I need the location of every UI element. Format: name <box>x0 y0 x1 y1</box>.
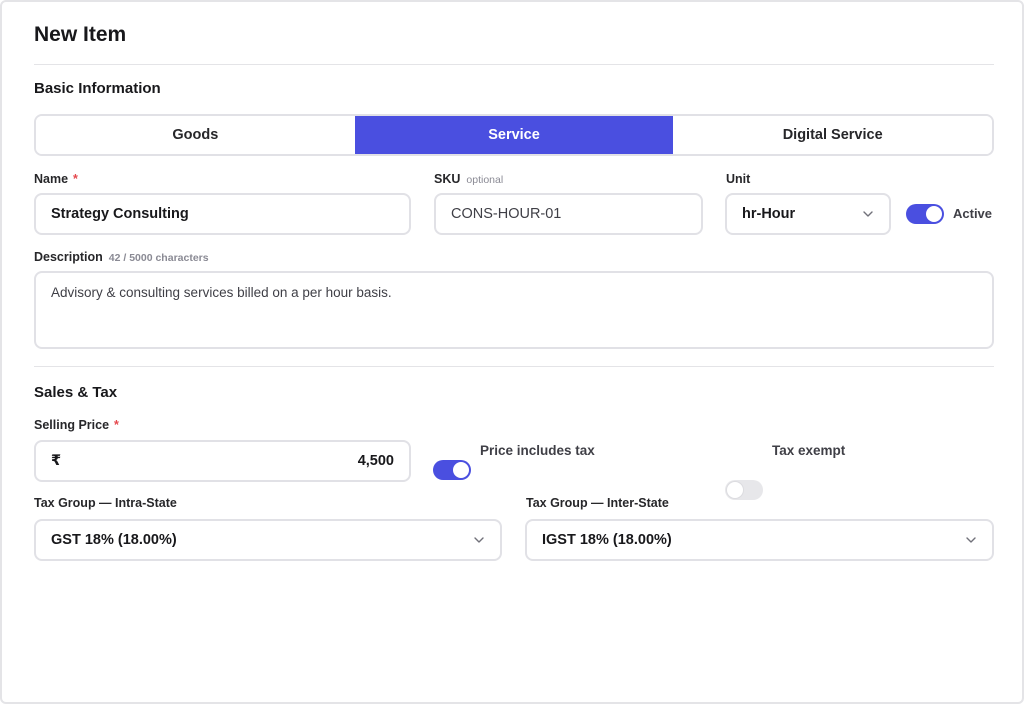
sku-value: CONS-HOUR-01 <box>451 206 562 222</box>
toggle-knob <box>926 206 942 222</box>
active-toggle[interactable] <box>906 204 944 224</box>
rupee-icon: ₹ <box>51 453 62 469</box>
description-label: Description 42 / 5000 characters <box>34 250 209 264</box>
chevron-down-icon <box>862 208 874 220</box>
selling-price-value: 4,500 <box>357 453 394 469</box>
active-label: Active <box>953 206 993 221</box>
sku-optional-hint: optional <box>466 174 504 186</box>
unit-select[interactable]: hr-Hour <box>725 193 891 235</box>
tax-group-inter-state-value: IGST 18% (18.00%) <box>542 532 672 548</box>
divider <box>34 64 994 65</box>
sku-label-text: SKU <box>434 172 461 186</box>
name-label: Name * <box>34 172 78 186</box>
divider <box>34 366 994 367</box>
required-asterisk: * <box>114 418 119 432</box>
new-item-form: New Item Basic Information Goods Service… <box>0 0 1024 704</box>
description-label-text: Description <box>34 250 103 264</box>
item-type-digital-service[interactable]: Digital Service <box>673 116 992 154</box>
description-textarea[interactable]: Advisory & consulting services billed on… <box>34 271 994 349</box>
tax-group-inter-state-label: Tax Group — Inter-State <box>526 496 669 510</box>
unit-label: Unit <box>726 172 751 186</box>
tax-group-intra-state-select[interactable]: GST 18% (18.00%) <box>34 519 502 561</box>
sku-field[interactable]: CONS-HOUR-01 <box>434 193 703 235</box>
description-char-counter: 42 / 5000 characters <box>108 252 209 264</box>
chevron-down-icon <box>965 534 977 546</box>
name-value: Strategy Consulting <box>51 206 189 222</box>
price-includes-tax-toggle[interactable] <box>433 460 471 480</box>
basic-information-heading: Basic Information <box>34 80 161 97</box>
item-type-segmented-control: Goods Service Digital Service <box>34 114 994 156</box>
price-includes-tax-label: Price includes tax <box>480 443 595 458</box>
toggle-knob <box>453 462 469 478</box>
name-field[interactable]: Strategy Consulting <box>34 193 411 235</box>
chevron-down-icon <box>473 534 485 546</box>
tax-group-inter-state-select[interactable]: IGST 18% (18.00%) <box>525 519 994 561</box>
required-asterisk: * <box>73 172 78 186</box>
tax-group-intra-state-label: Tax Group — Intra-State <box>34 496 177 510</box>
selling-price-field[interactable]: ₹ 4,500 <box>34 440 411 482</box>
selling-price-label-text: Selling Price <box>34 418 110 432</box>
toggle-knob <box>727 482 743 498</box>
item-type-service[interactable]: Service <box>354 116 674 154</box>
selling-price-label: Selling Price * <box>34 418 119 432</box>
tax-group-intra-state-value: GST 18% (18.00%) <box>51 532 177 548</box>
sku-label: SKU optional <box>434 172 503 186</box>
sales-tax-heading: Sales & Tax <box>34 384 118 401</box>
name-label-text: Name <box>34 172 69 186</box>
page-title: New Item <box>34 23 127 46</box>
tax-exempt-label: Tax exempt <box>772 443 846 458</box>
tax-exempt-toggle[interactable] <box>725 480 763 500</box>
unit-value: hr-Hour <box>742 206 796 222</box>
item-type-goods[interactable]: Goods <box>36 116 355 154</box>
